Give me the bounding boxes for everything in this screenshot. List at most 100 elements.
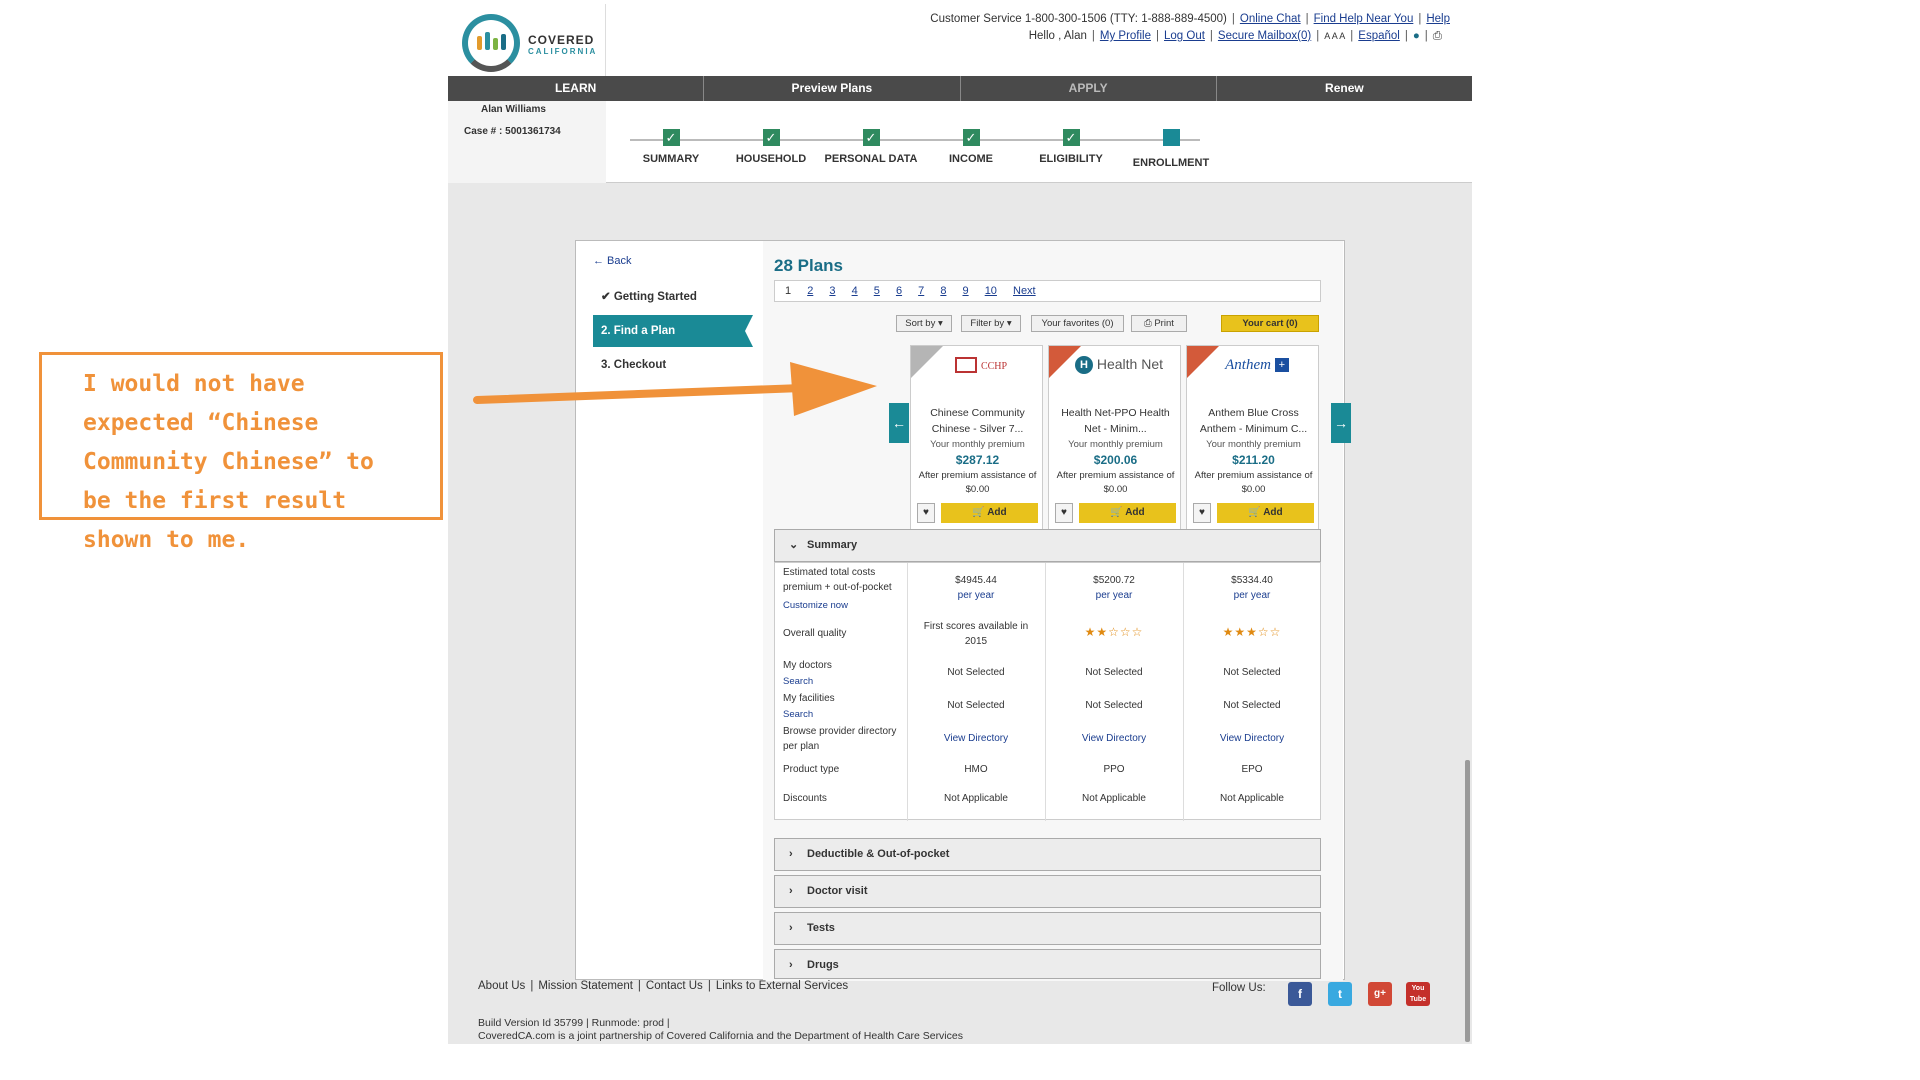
quality-value: First scores available in 2015 xyxy=(923,621,1029,647)
page-6[interactable]: 6 xyxy=(896,285,902,297)
back-link[interactable]: ← Back xyxy=(593,255,632,267)
youtube-icon[interactable]: You Tube xyxy=(1406,982,1430,1006)
step-summary[interactable]: ✓ SUMMARY xyxy=(621,129,721,165)
page-3[interactable]: 3 xyxy=(829,285,835,297)
build-version: Build Version Id 35799 | Runmode: prod | xyxy=(478,1017,670,1029)
tests-accordion[interactable]: › Tests xyxy=(774,912,1321,945)
summary-accordion-header[interactable]: ⌄ Summary xyxy=(774,529,1321,562)
doctors-value: Not Selected xyxy=(1085,667,1143,678)
filter-by-button[interactable]: Filter by ▾ xyxy=(961,315,1021,332)
plan-name[interactable]: Chinese Community Chinese - Silver 7... xyxy=(915,405,1040,437)
page-8[interactable]: 8 xyxy=(940,285,946,297)
external-services-link[interactable]: Links to External Services xyxy=(716,980,848,992)
utility-links-row2: Hello , Alan | My Profile | Log Out | Secure M… xyxy=(1028,30,1442,42)
log-out-link[interactable]: Log Out xyxy=(1164,30,1205,42)
check-icon: ✓ xyxy=(1062,129,1080,146)
cart-icon: 🛒 xyxy=(1110,507,1126,518)
help-link[interactable]: Help xyxy=(1426,13,1450,25)
plan-price: $211.20 xyxy=(1232,453,1275,467)
print-button[interactable]: ⎙ Print xyxy=(1131,315,1187,332)
deductible-accordion[interactable]: › Deductible & Out-of-pocket xyxy=(774,838,1321,871)
print-icon[interactable]: ⎙ xyxy=(1433,30,1442,42)
step-enrollment[interactable]: ENROLLMENT xyxy=(1121,129,1221,169)
add-plan-button[interactable]: 🛒 Add xyxy=(941,503,1038,523)
twitter-icon[interactable]: t xyxy=(1328,982,1352,1006)
chevron-right-icon: › xyxy=(789,922,793,934)
add-plan-button[interactable]: 🛒 Add xyxy=(1217,503,1314,523)
font-size-control[interactable]: A A A xyxy=(1324,31,1345,41)
product-type-value: HMO xyxy=(964,764,988,775)
globe-icon[interactable]: ● xyxy=(1413,30,1420,42)
discounts-value: Not Applicable xyxy=(1220,793,1284,804)
chevron-right-icon: › xyxy=(789,885,793,897)
nav-renew[interactable]: Renew xyxy=(1217,76,1472,101)
page-7[interactable]: 7 xyxy=(918,285,924,297)
plan-card: Anthem + Anthem Blue Cross Anthem - Mini… xyxy=(1186,345,1319,530)
step-household[interactable]: ✓ HOUSEHOLD xyxy=(721,129,821,165)
nav-apply[interactable]: APPLY xyxy=(961,76,1217,101)
google-plus-icon[interactable]: g+ xyxy=(1368,982,1392,1006)
pagination: 1 2 3 4 5 6 7 8 9 10 Next xyxy=(774,280,1321,302)
page-2[interactable]: 2 xyxy=(807,285,813,297)
heart-icon[interactable]: ♥ xyxy=(1055,503,1073,523)
espanol-link[interactable]: Español xyxy=(1358,30,1400,42)
heart-icon[interactable]: ♥ xyxy=(917,503,935,523)
mission-statement-link[interactable]: Mission Statement xyxy=(538,980,633,992)
your-favorites-button[interactable]: Your favorites (0) xyxy=(1031,315,1124,332)
customize-now-link[interactable]: Customize now xyxy=(783,598,848,613)
doctor-visit-accordion[interactable]: › Doctor visit xyxy=(774,875,1321,908)
page-title: 28 Plans xyxy=(774,256,843,275)
step-personal-data[interactable]: ✓ PERSONAL DATA xyxy=(821,129,921,165)
next-page[interactable]: Next xyxy=(1013,285,1036,297)
about-us-link[interactable]: About Us xyxy=(478,980,525,992)
your-cart-button[interactable]: Your cart (0) xyxy=(1221,315,1319,332)
plan-name[interactable]: Health Net-PPO Health Net - Minim... xyxy=(1053,405,1178,437)
check-icon: ✓ xyxy=(962,129,980,146)
sidebar-item-getting-started[interactable]: ✔ Getting Started xyxy=(593,281,753,313)
my-profile-link[interactable]: My Profile xyxy=(1100,30,1151,42)
user-name: Alan Williams xyxy=(481,104,546,115)
view-directory-link[interactable]: View Directory xyxy=(911,731,1041,746)
next-plans-arrow-icon[interactable]: → xyxy=(1331,403,1351,443)
online-chat-link[interactable]: Online Chat xyxy=(1240,13,1301,25)
partnership-text: CoveredCA.com is a joint partnership of … xyxy=(478,1030,963,1042)
find-help-link[interactable]: Find Help Near You xyxy=(1314,13,1414,25)
secure-mailbox-link[interactable]: Secure Mailbox(0) xyxy=(1218,30,1311,42)
doctors-search-link[interactable]: Search xyxy=(783,674,813,689)
scrollbar[interactable] xyxy=(1465,760,1470,1042)
drugs-accordion[interactable]: › Drugs xyxy=(774,949,1321,979)
contact-us-link[interactable]: Contact Us xyxy=(646,980,703,992)
anthem-logo: Anthem + xyxy=(1207,356,1307,378)
page-5[interactable]: 5 xyxy=(874,285,880,297)
step-income[interactable]: ✓ INCOME xyxy=(921,129,1021,165)
facilities-search-link[interactable]: Search xyxy=(783,707,813,722)
chevron-right-icon: › xyxy=(789,959,793,971)
premium-label: Your monthly premium xyxy=(1206,439,1301,450)
main-nav: LEARN Preview Plans APPLY Renew xyxy=(448,76,1472,101)
nav-learn[interactable]: LEARN xyxy=(448,76,705,101)
premium-assistance: After premium assistance of $0.00 xyxy=(918,470,1037,495)
covered-california-logo[interactable]: COVERED CALIFORNIA xyxy=(450,4,606,76)
step-eligibility[interactable]: ✓ ELIGIBILITY xyxy=(1021,129,1121,165)
premium-assistance: After premium assistance of $0.00 xyxy=(1194,470,1313,495)
heart-icon[interactable]: ♥ xyxy=(1193,503,1211,523)
row-label-browse: Browse provider directory per plan xyxy=(783,726,897,752)
page-10[interactable]: 10 xyxy=(985,285,997,297)
page-1[interactable]: 1 xyxy=(785,285,791,297)
logo-people-icon xyxy=(477,32,506,50)
add-plan-button[interactable]: 🛒 Add xyxy=(1079,503,1176,523)
greeting-text: Hello , Alan xyxy=(1028,30,1087,42)
facebook-icon[interactable]: f xyxy=(1288,982,1312,1006)
view-directory-link[interactable]: View Directory xyxy=(1187,731,1317,746)
page-4[interactable]: 4 xyxy=(852,285,858,297)
annotation-arrow-icon xyxy=(473,362,877,416)
page-9[interactable]: 9 xyxy=(963,285,969,297)
sidebar-item-find-a-plan[interactable]: 2. Find a Plan xyxy=(593,315,753,347)
plan-name[interactable]: Anthem Blue Cross Anthem - Minimum C... xyxy=(1191,405,1316,437)
sort-by-button[interactable]: Sort by ▾ xyxy=(896,315,952,332)
plan-card: CCHP Chinese Community Chinese - Silver … xyxy=(910,345,1043,530)
prev-plans-arrow-icon[interactable]: ← xyxy=(889,403,909,443)
current-step-icon xyxy=(1162,129,1180,146)
view-directory-link[interactable]: View Directory xyxy=(1049,731,1179,746)
nav-preview-plans[interactable]: Preview Plans xyxy=(704,76,961,101)
